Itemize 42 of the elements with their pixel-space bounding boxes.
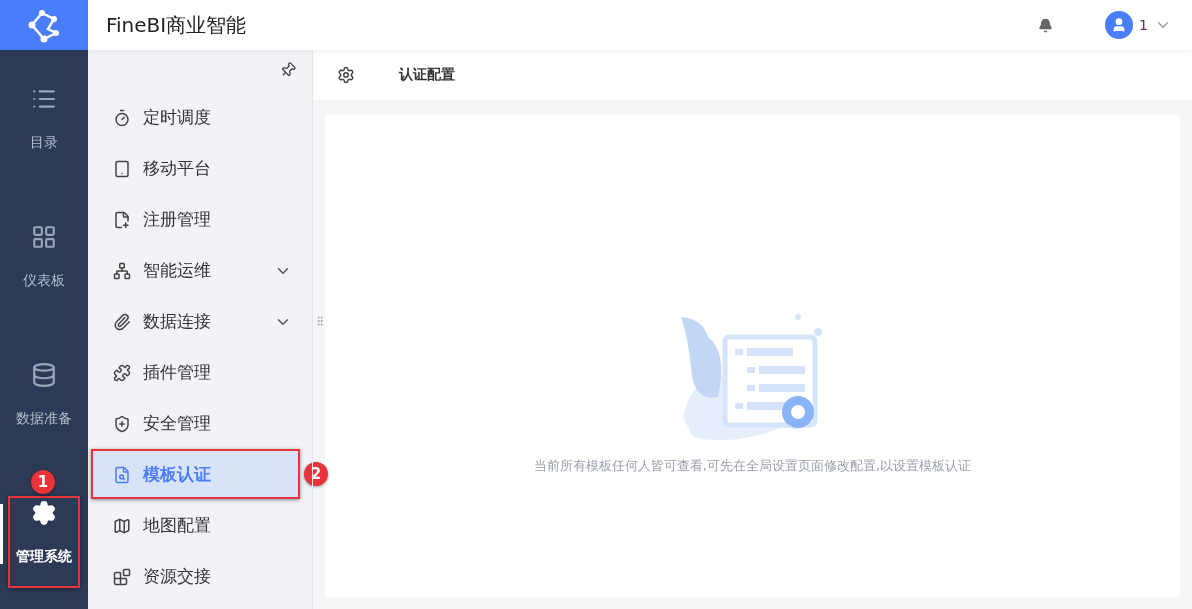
rail-nav-item[interactable]: 仪表板	[0, 188, 88, 326]
menu-item[interactable]: 地图配置	[93, 500, 298, 551]
rail-nav-label: 管理系统	[16, 548, 72, 566]
tablet-icon	[113, 159, 131, 178]
rail-nav-label: 目录	[30, 134, 58, 152]
notification-bell-icon[interactable]	[1038, 17, 1054, 33]
network-icon	[113, 261, 131, 280]
menu-item[interactable]: 定时调度	[93, 92, 298, 143]
shield-plus-icon	[113, 414, 131, 433]
rail-nav-item[interactable]: 管理系统 1	[0, 464, 88, 602]
menu-item[interactable]: 插件管理	[93, 347, 298, 398]
settings-icon	[337, 66, 355, 84]
map-icon	[113, 516, 131, 535]
drag-handle-icon[interactable]	[314, 315, 326, 327]
logo-tile[interactable]	[0, 0, 88, 50]
user-name[interactable]: 1	[1139, 17, 1148, 33]
user-avatar[interactable]	[1105, 11, 1134, 39]
menu-item[interactable]: 安全管理	[93, 398, 298, 449]
blocks-icon	[113, 567, 131, 586]
document-search-icon	[113, 465, 131, 484]
menu-item[interactable]: 数据连接	[93, 296, 298, 347]
menu-item[interactable]: 注册管理	[93, 194, 298, 245]
logo-icon	[26, 7, 62, 43]
app-title: FineBI商业智能	[106, 11, 248, 39]
settings-icon	[31, 500, 57, 526]
active-indicator	[0, 504, 3, 564]
rail-nav-item[interactable]: 数据准备	[0, 326, 88, 464]
menu-item[interactable]: 移动平台	[93, 143, 298, 194]
grid-icon	[31, 224, 57, 250]
menu-item[interactable]: 智能运维	[93, 245, 298, 296]
document-plus-icon	[113, 210, 131, 229]
puzzle-icon	[113, 363, 131, 382]
rail-nav-label: 数据准备	[16, 410, 72, 428]
rail-nav-item[interactable]: 目录	[0, 50, 88, 188]
page-title: 认证配置	[399, 66, 455, 84]
step-number: 1	[31, 470, 55, 494]
menu-item[interactable]: 资源交接	[93, 551, 298, 602]
timer-icon	[113, 108, 131, 127]
database-icon	[31, 362, 57, 388]
paperclip-icon	[113, 312, 131, 331]
rail-nav-label: 仪表板	[23, 272, 65, 290]
empty-state-message: 当前所有模板任何人皆可查看,可先在全局设置页面修改配置,以设置模板认证	[533, 457, 972, 475]
